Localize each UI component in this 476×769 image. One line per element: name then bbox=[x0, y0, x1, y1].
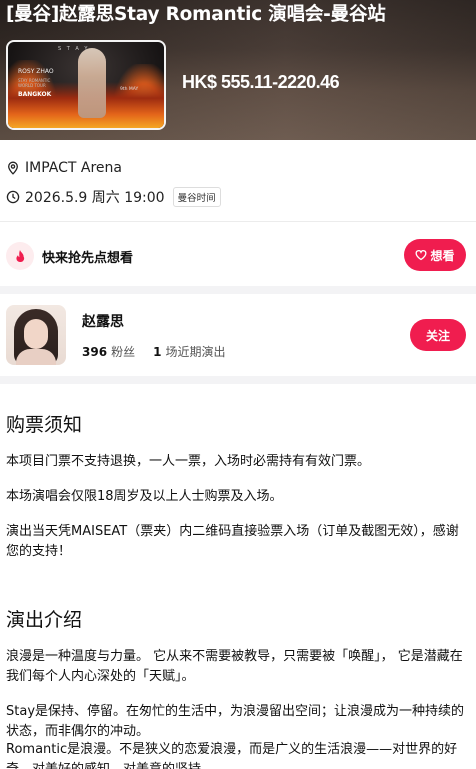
fans-label: 粉丝 bbox=[111, 345, 136, 359]
intro-paragraph: Romantic是浪漫。不是狭义的恋爱浪漫，而是广义的生活浪漫——对世界的好奇、… bbox=[6, 742, 458, 769]
heart-icon bbox=[416, 250, 427, 261]
section-divider bbox=[0, 286, 476, 294]
event-poster[interactable]: S T A Y ROSY ZHAO STAY ROMANTIC WORLD TO… bbox=[6, 40, 166, 130]
venue-row[interactable]: IMPACT Arena bbox=[6, 160, 122, 176]
artist-stats: 396 粉丝 1 场近期演出 bbox=[82, 343, 225, 360]
poster-date: 9th MAY bbox=[120, 87, 139, 92]
poster-brand: S T A Y bbox=[58, 46, 90, 52]
artist-avatar[interactable] bbox=[6, 305, 66, 365]
price-range: HK$ 555.11-2220.46 bbox=[182, 72, 340, 92]
avatar-body bbox=[16, 349, 56, 365]
want-to-see-button[interactable]: 想看 bbox=[404, 239, 466, 271]
poster-subtitle: STAY ROMANTIC WORLD TOUR bbox=[18, 78, 51, 88]
want-button-label: 想看 bbox=[430, 248, 455, 263]
poster-city: BANGKOK bbox=[18, 91, 52, 98]
poster-artist-figure bbox=[78, 48, 106, 118]
avatar-face bbox=[24, 319, 48, 349]
intro-title: 演出介绍 bbox=[6, 609, 83, 631]
shows-label: 场近期演出 bbox=[165, 345, 226, 359]
divider bbox=[0, 221, 476, 222]
notice-title: 购票须知 bbox=[6, 414, 83, 436]
follow-button[interactable]: 关注 bbox=[410, 319, 466, 351]
event-title: [曼谷]赵露思Stay Romantic 演唱会-曼谷站 bbox=[6, 4, 386, 25]
notice-item: 本项目门票不支持退换，一人一票，入场时必需持有有效门票。 bbox=[6, 454, 371, 469]
location-pin-icon bbox=[8, 161, 18, 175]
poster-artist-name: ROSY ZHAO bbox=[18, 68, 54, 75]
notice-item: 本场演唱会仅限18周岁及以上人士购票及入场。 bbox=[6, 489, 283, 504]
artist-name[interactable]: 赵露思 bbox=[82, 311, 124, 331]
want-prompt: 快来抢先点想看 bbox=[42, 251, 134, 266]
section-divider bbox=[0, 376, 476, 384]
venue-name: IMPACT Arena bbox=[25, 160, 122, 176]
intro-paragraph: 浪漫是一种温度与力量。 它从来不需要被教导，只需要被「唤醒」， 它是潜藏在我们每… bbox=[6, 649, 463, 684]
fire-badge bbox=[6, 242, 34, 270]
intro-paragraph: Stay是保持、停留。在匆忙的生活中，为浪漫留出空间；让浪漫成为一种持续的状态，… bbox=[6, 704, 465, 739]
notice-item: 演出当天凭MAISEAT（票夹）内二维码直接验票入场（订单及截图无效），感谢您的… bbox=[6, 524, 459, 559]
shows-count: 1 bbox=[153, 345, 162, 359]
timezone-badge: 曼谷时间 bbox=[172, 187, 221, 207]
fans-count: 396 bbox=[82, 345, 108, 359]
datetime-row: 2026.5.9 周六 19:00 曼谷时间 bbox=[6, 187, 221, 207]
event-datetime: 2026.5.9 周六 19:00 bbox=[25, 190, 165, 206]
fire-icon bbox=[16, 250, 25, 263]
event-header: [曼谷]赵露思Stay Romantic 演唱会-曼谷站 S T A Y ROS… bbox=[0, 0, 476, 140]
clock-icon bbox=[6, 190, 20, 204]
want-to-see-row: 快来抢先点想看 想看 bbox=[0, 236, 476, 276]
